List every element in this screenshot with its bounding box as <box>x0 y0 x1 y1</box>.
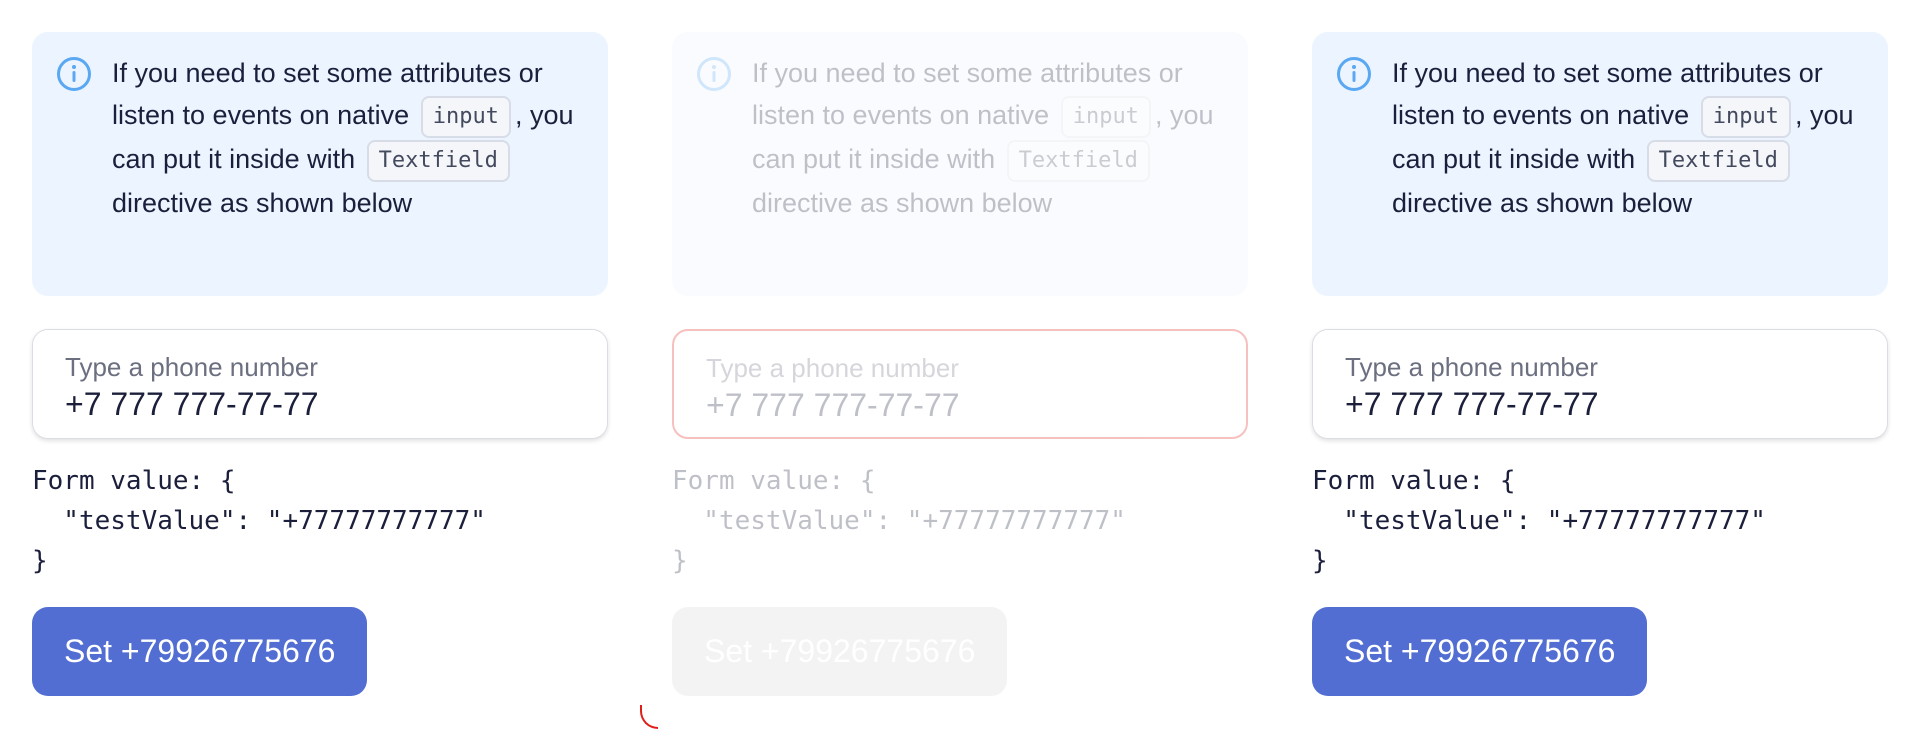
set-phone-button[interactable]: Set +79926775676 <box>32 607 368 696</box>
form-value-output: Form value: { "testValue": "+77777777777… <box>32 461 608 581</box>
form-value-line: } <box>672 546 688 576</box>
notice-text-part3: directive as shown below <box>112 187 413 218</box>
info-icon <box>697 57 731 91</box>
phone-field-label: Type a phone number <box>65 352 318 382</box>
panel-content: If you need to set some attributes or li… <box>1312 32 1888 696</box>
form-value-output: Form value: { "testValue": "+77777777777… <box>672 461 1248 581</box>
info-notice: If you need to set some attributes or li… <box>32 32 608 296</box>
form-value-line: } <box>1312 546 1328 576</box>
phone-textfield[interactable]: Type a phone number <box>32 329 608 439</box>
example-panel-disabled: If you need to set some attributes or li… <box>640 0 1280 730</box>
info-icon <box>1337 57 1371 91</box>
form-value-output: Form value: { "testValue": "+77777777777… <box>1312 461 1888 581</box>
info-notice: If you need to set some attributes or li… <box>1312 32 1888 296</box>
code-chip-textfield: Textfield <box>1646 139 1790 182</box>
code-chip-input: input <box>420 95 511 138</box>
form-value-line: Form value: { <box>32 466 236 496</box>
form-value-line: "testValue": "+77777777777" <box>672 506 1126 536</box>
code-chip-textfield: Textfield <box>1006 139 1150 182</box>
info-notice: If you need to set some attributes or li… <box>672 32 1248 296</box>
panel-content: If you need to set some attributes or li… <box>672 32 1248 696</box>
phone-input[interactable] <box>65 384 575 424</box>
phone-textfield-disabled-invalid: Type a phone number <box>672 329 1248 439</box>
phone-input[interactable] <box>1345 384 1855 424</box>
example-panel-enabled-1: If you need to set some attributes or li… <box>0 0 640 730</box>
form-value-line: "testValue": "+77777777777" <box>1312 506 1766 536</box>
phone-field-label: Type a phone number <box>1345 352 1598 382</box>
form-value-line: } <box>32 546 48 576</box>
phone-textfield[interactable]: Type a phone number <box>1312 329 1888 439</box>
set-phone-button[interactable]: Set +79926775676 <box>1312 607 1648 696</box>
form-value-line: Form value: { <box>1312 466 1516 496</box>
set-phone-button-disabled: Set +79926775676 <box>672 607 1008 696</box>
phone-field-label: Type a phone number <box>706 353 959 383</box>
form-value-line: "testValue": "+77777777777" <box>32 506 486 536</box>
form-value-line: Form value: { <box>672 466 876 496</box>
info-icon <box>57 57 91 91</box>
notice-text-part3: directive as shown below <box>752 187 1053 218</box>
panel-content: If you need to set some attributes or li… <box>32 32 608 696</box>
code-chip-input: input <box>1700 95 1791 138</box>
notice-text-part3: directive as shown below <box>1392 187 1693 218</box>
code-chip-textfield: Textfield <box>366 139 510 182</box>
page: If you need to set some attributes or li… <box>0 0 1920 730</box>
code-chip-input: input <box>1060 95 1151 138</box>
example-panel-enabled-2: If you need to set some attributes or li… <box>1280 0 1920 730</box>
phone-input-disabled <box>706 385 1214 425</box>
